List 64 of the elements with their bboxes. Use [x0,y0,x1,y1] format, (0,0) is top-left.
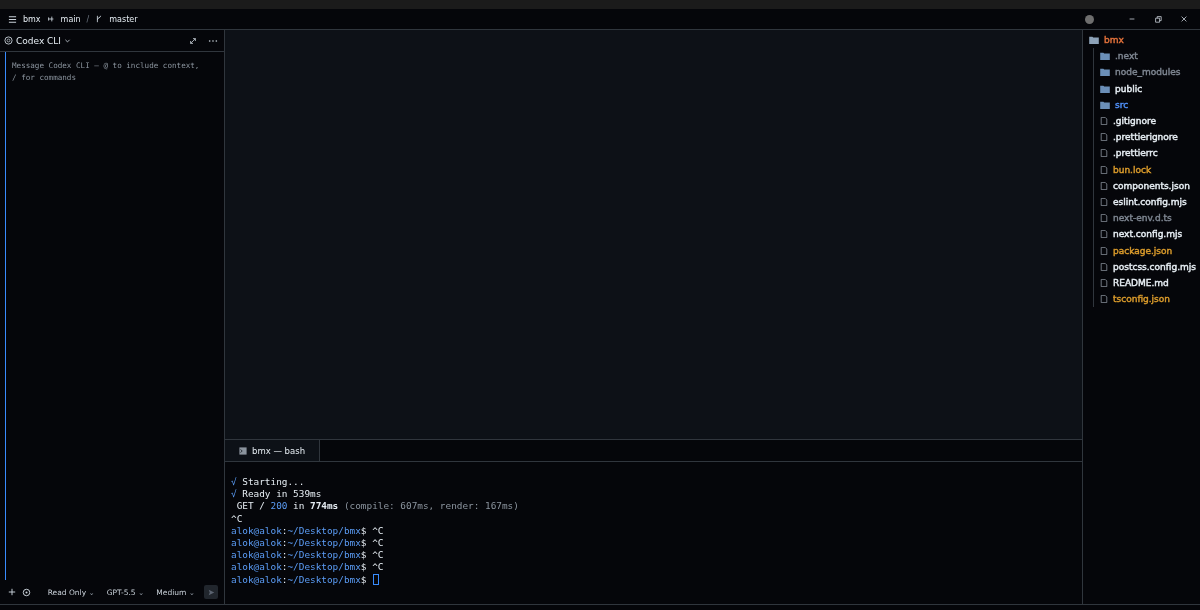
plus-icon[interactable] [8,588,16,596]
tree-item[interactable]: .gitignore [1094,112,1200,130]
tree-item[interactable]: next-env.d.ts [1094,210,1200,227]
terminal-prompt-line: alok@alok:~/Desktop/bmx$ ^C [231,524,384,537]
gear-icon[interactable] [22,587,31,597]
send-icon [207,588,215,596]
terminal-prompt-line: alok@alok:~/Desktop/bmx$ ^C [231,561,384,574]
terminal-line: √ Starting... [231,476,305,489]
file-name: next-env.d.ts [1113,213,1172,224]
tree-item[interactable]: tsconfig.json [1094,291,1200,308]
file-name: bun.lock [1113,164,1152,175]
file-name: node_modules [1115,67,1181,78]
panel-title[interactable]: Codex CLI [16,35,62,46]
file-name: src [1115,99,1129,110]
terminal-line: √ Ready in 539ms [231,488,322,501]
close-icon[interactable] [1180,15,1188,23]
tree-item[interactable]: .prettierrc [1094,145,1200,162]
file-name: .prettierrc [1113,148,1158,159]
tree-item[interactable]: node_modules [1094,64,1200,81]
file-name: next.config.mjs [1113,229,1183,240]
tree-item[interactable]: postcss.config.mjs [1094,258,1200,275]
terminal-line: GET / 200 in 774ms (compile: 607ms, render: 167ms) [235,500,519,513]
tree-item[interactable]: .prettierignore [1094,129,1200,146]
branch-name[interactable]: main [60,14,81,24]
folder-name: bmx [1104,35,1124,46]
file-name: .next [1115,51,1138,62]
file-name: postcss.config.mjs [1113,261,1196,272]
expand-icon[interactable] [189,36,197,45]
project-name[interactable]: bmx [23,14,41,24]
tree-item[interactable]: package.json [1094,242,1200,259]
tree-item[interactable]: next.config.mjs [1094,226,1200,243]
file-name: eslint.config.mjs [1113,196,1187,207]
avatar-icon[interactable] [1085,14,1094,24]
tree-item[interactable]: components.json [1094,177,1200,194]
terminal-prompt-line: alok@alok:~/Desktop/bmx$ ^C [231,549,384,562]
file-name: package.json [1113,245,1173,256]
tree-item[interactable]: bun.lock [1094,161,1200,178]
file-name: components.json [1113,180,1190,191]
tree-item[interactable]: public [1094,80,1200,97]
terminal-tab-label: bmx — bash [252,445,306,456]
menu-icon[interactable] [8,14,17,24]
path-separator: / [86,14,90,24]
more-icon[interactable] [208,38,218,43]
terminal-prompt-line: alok@alok:~/Desktop/bmx$ [231,573,367,586]
tree-item[interactable]: src [1094,96,1200,113]
tree-item[interactable]: bmx [1083,32,1200,49]
tree-item[interactable]: README.md [1094,274,1200,291]
file-name: README.md [1113,277,1169,288]
file-name: .gitignore [1113,116,1157,127]
file-name: tsconfig.json [1113,294,1171,305]
terminal-tab[interactable]: bmx — bash [225,440,321,461]
vcs-branch-name[interactable]: master [109,14,138,24]
file-name: public [1115,83,1143,94]
minimize-icon[interactable] [1128,15,1136,23]
terminal-line: ^C [231,512,243,525]
git-branch-icon [95,15,104,23]
terminal-icon [239,446,247,455]
caret-icon[interactable] [64,37,72,44]
tree-item[interactable]: eslint.config.mjs [1094,193,1200,211]
tree-item[interactable]: .next [1094,48,1200,65]
terminal-prompt-line: alok@alok:~/Desktop/bmx$ ^C [231,536,384,550]
send-button[interactable] [204,585,218,599]
restore-icon[interactable] [1154,15,1162,23]
file-name: .prettierignore [1113,132,1178,143]
